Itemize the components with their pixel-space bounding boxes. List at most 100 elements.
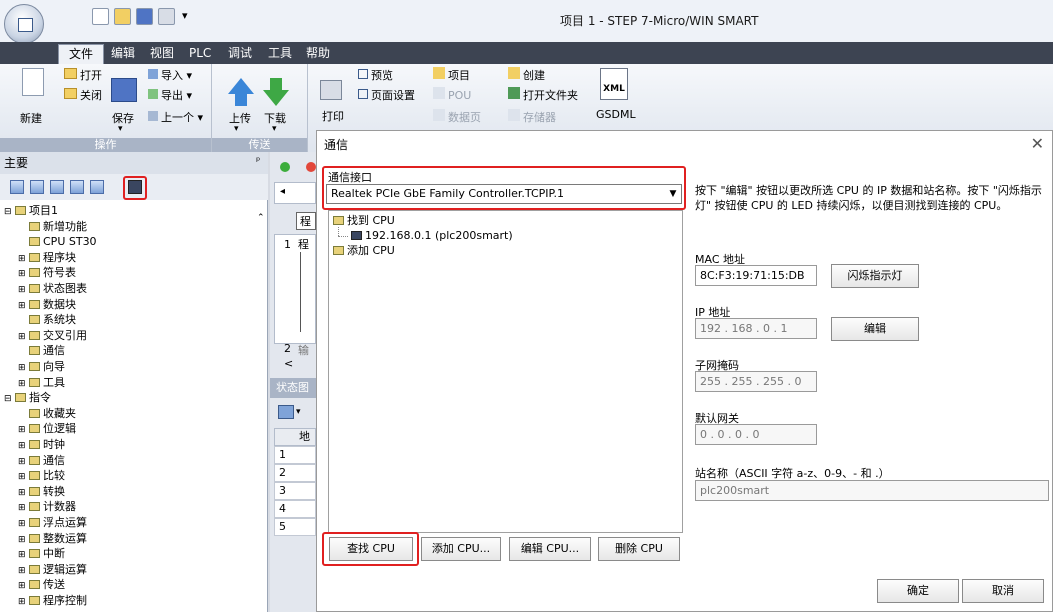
edit-cpu-button[interactable]: 编辑 CPU... [509, 537, 591, 561]
tree-toggle-icon[interactable]: ⊞ [18, 253, 29, 266]
chevron-down-icon[interactable]: ▼ [665, 185, 681, 203]
download-dropdown-icon[interactable]: ▾ [272, 124, 277, 134]
tree-toggle-icon[interactable]: ⊞ [18, 534, 29, 547]
status-row[interactable]: 2 [274, 464, 316, 482]
upload-dropdown-icon[interactable]: ▾ [234, 124, 239, 134]
status-dropdown-icon[interactable]: ▾ [296, 407, 301, 417]
tree-toggle-icon[interactable]: ⊞ [18, 440, 29, 453]
tree-toggle-icon[interactable]: ⊞ [18, 565, 29, 578]
tree-toggle-icon[interactable]: ⊞ [18, 456, 29, 469]
cancel-button[interactable]: 取消 [962, 579, 1044, 603]
tree-item[interactable]: ⊞ 交叉引用 [18, 329, 87, 342]
tree-toggle-icon[interactable]: ⊟ [4, 206, 15, 219]
ladder-editor[interactable] [274, 234, 316, 344]
run-icon[interactable] [280, 162, 290, 172]
tree-toggle-icon[interactable]: ⊞ [18, 502, 29, 515]
save-button[interactable]: 保存 [112, 110, 134, 126]
stop-icon[interactable] [306, 162, 316, 172]
tree-toggle-icon[interactable]: ⊞ [18, 471, 29, 484]
tree-item[interactable]: 系统块 [18, 313, 76, 326]
tab-tools[interactable]: 工具 [263, 42, 297, 64]
tab-file[interactable]: 文件 [58, 44, 105, 64]
tab-help[interactable]: 帮助 [301, 42, 335, 64]
tree-item[interactable]: 收藏夹 [18, 407, 76, 420]
tree-toggle-icon[interactable]: ⊟ [4, 393, 15, 406]
find-cpu-button[interactable]: 查找 CPU [329, 537, 413, 561]
tree-item[interactable]: ⊞ 浮点运算 [18, 516, 87, 529]
tree-item[interactable]: ⊞ 传送 [18, 578, 65, 591]
tree-item[interactable]: ⊞ 程序控制 [18, 594, 87, 607]
save-dropdown-icon[interactable]: ▾ [118, 124, 123, 134]
delete-cpu-button[interactable]: 删除 CPU [598, 537, 680, 561]
view-icon-1[interactable] [10, 180, 24, 194]
cpu-item[interactable]: 192.168.0.1 (plc200smart) [351, 229, 513, 242]
view-icon-5[interactable] [90, 180, 104, 194]
tree-item[interactable]: ⊞ 程序块 [18, 251, 76, 264]
tree-item[interactable]: ⊞ 整数运算 [18, 532, 87, 545]
tree-toggle-icon[interactable]: ⊞ [18, 300, 29, 313]
tree-item[interactable]: ⊞ 计数器 [18, 500, 76, 513]
ok-button[interactable]: 确定 [877, 579, 959, 603]
program-tab[interactable]: 程 [296, 212, 316, 230]
view-icon-3[interactable] [50, 180, 64, 194]
tree-toggle-icon[interactable]: ⊞ [18, 487, 29, 500]
application-menu-button[interactable] [4, 4, 44, 44]
tree-toggle-icon[interactable]: ⊞ [18, 424, 29, 437]
tab-plc[interactable]: PLC [184, 42, 216, 64]
add-cpu-node[interactable]: 添加 CPU [333, 244, 395, 257]
tree-item[interactable]: CPU ST30 [18, 235, 97, 248]
status-row[interactable]: 3 [274, 482, 316, 500]
tab-debug[interactable]: 调试 [223, 42, 257, 64]
tree-item[interactable]: ⊞ 逻辑运算 [18, 563, 87, 576]
status-add-icon[interactable] [278, 405, 294, 419]
tree-item[interactable]: 新增功能 [18, 220, 87, 233]
new-file-icon[interactable] [92, 8, 109, 25]
preview-button[interactable]: 预览 [358, 67, 393, 83]
communication-icon[interactable] [128, 180, 142, 194]
export-button[interactable]: 导出 ▾ [148, 87, 192, 103]
open-button[interactable]: 打开 [80, 67, 102, 83]
tree-item[interactable]: ⊞ 中断 [18, 547, 65, 560]
tree-item[interactable]: ⊟ 指令 [4, 391, 51, 404]
tree-toggle-icon[interactable]: ⊞ [18, 331, 29, 344]
tab-view[interactable]: 视图 [145, 42, 179, 64]
tab-scroll-left-icon[interactable]: ◂ [280, 186, 285, 197]
close-icon[interactable]: ✕ [1031, 134, 1044, 153]
import-button[interactable]: 导入 ▾ [148, 67, 192, 83]
new-button[interactable]: 新建 [20, 110, 42, 126]
print-icon[interactable] [158, 8, 175, 25]
tree-toggle-icon[interactable]: ⊞ [18, 549, 29, 562]
tree-item[interactable]: ⊞ 位逻辑 [18, 422, 76, 435]
page-setup-button[interactable]: 页面设置 [358, 87, 415, 103]
tree-toggle-icon[interactable]: ⊞ [18, 580, 29, 593]
tab-edit[interactable]: 编辑 [106, 42, 140, 64]
tree-toggle-icon[interactable]: ⊞ [18, 518, 29, 531]
tree-item[interactable]: ⊞ 向导 [18, 360, 65, 373]
project-button[interactable]: 项目 [433, 67, 470, 83]
open-folder-button[interactable]: 打开文件夹 [508, 87, 578, 103]
interface-select[interactable]: Realtek PCIe GbE Family Controller.TCPIP… [326, 184, 682, 204]
tree-item[interactable]: ⊞ 时钟 [18, 438, 65, 451]
previous-button[interactable]: 上一个 ▾ [148, 109, 203, 125]
hscroll-left-icon[interactable]: < [284, 357, 293, 370]
status-row[interactable]: 4 [274, 500, 316, 518]
add-cpu-button[interactable]: 添加 CPU... [421, 537, 501, 561]
print-button[interactable]: 打印 [322, 108, 344, 124]
tree-item[interactable]: ⊞ 比较 [18, 469, 65, 482]
tree-item[interactable]: ⊞ 符号表 [18, 266, 76, 279]
tree-item[interactable]: ⊞ 工具 [18, 376, 65, 389]
view-icon-2[interactable] [30, 180, 44, 194]
upload-button[interactable]: 上传 [229, 110, 251, 126]
view-icon-4[interactable] [70, 180, 84, 194]
status-row[interactable]: 1 [274, 446, 316, 464]
blink-led-button[interactable]: 闪烁指示灯 [831, 264, 919, 288]
close-button[interactable]: 关闭 [80, 87, 102, 103]
customize-quick-access-icon[interactable]: ▾ [182, 9, 188, 22]
open-folder-icon[interactable] [114, 8, 131, 25]
found-cpu-node[interactable]: 找到 CPU [333, 214, 395, 227]
save-icon[interactable] [136, 8, 153, 25]
tree-item[interactable]: ⊞ 通信 [18, 454, 65, 467]
pin-icon[interactable]: ᵖ [256, 156, 260, 167]
create-button[interactable]: 创建 [508, 67, 545, 83]
tree-toggle-icon[interactable]: ⊞ [18, 378, 29, 391]
